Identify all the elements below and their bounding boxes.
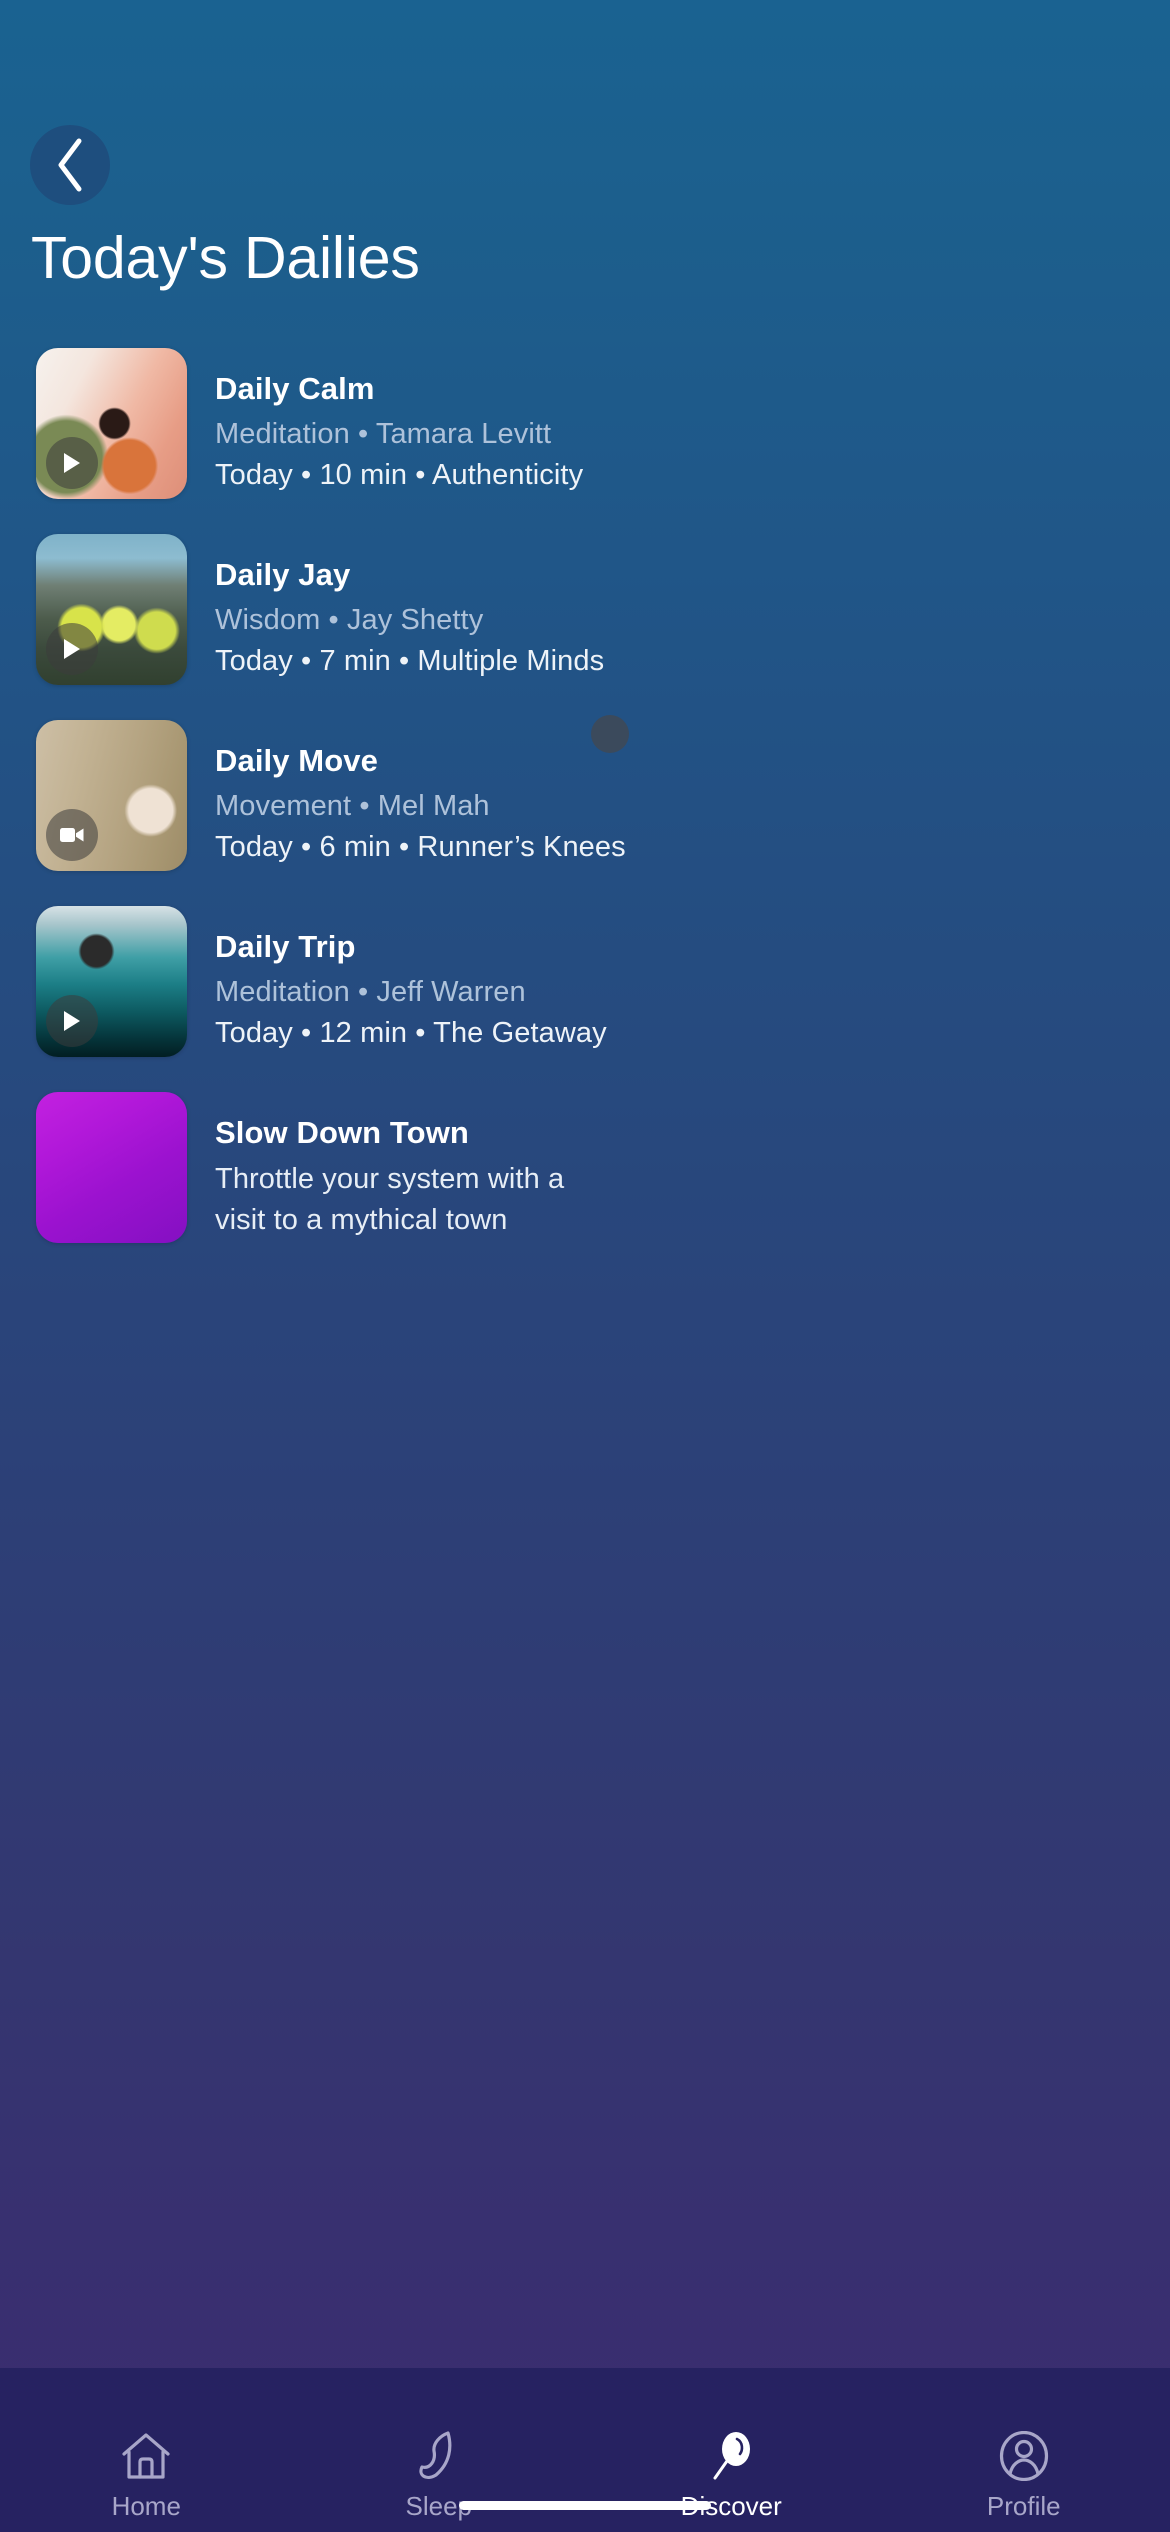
user-circle-icon xyxy=(999,2431,1049,2481)
bottom-navigation: Home Sleep Discover Profile xyxy=(0,2368,1170,2532)
list-item-description: Throttle your system with a visit to a m… xyxy=(215,1163,565,1236)
thumbnail[interactable] xyxy=(36,348,187,499)
list-item-text: Slow Down Town Throttle your system with… xyxy=(187,1092,1170,1241)
list-item-text: Daily Move Movement • Mel Mah Today • 6 … xyxy=(187,720,1170,868)
home-icon xyxy=(120,2432,172,2480)
moon-icon xyxy=(416,2431,462,2480)
home-indicator[interactable] xyxy=(459,2501,711,2510)
list-item-subtitle: Movement • Mel Mah xyxy=(215,790,490,822)
tab-label: Profile xyxy=(986,2491,1061,2521)
play-icon[interactable] xyxy=(46,437,98,489)
tab-home[interactable]: Home xyxy=(0,2432,293,2521)
list-item-title: Daily Calm xyxy=(215,371,375,406)
video-camera-icon[interactable] xyxy=(46,809,98,861)
page-title: Today's Dailies xyxy=(31,225,420,291)
chevron-left-icon xyxy=(53,137,87,193)
thumbnail-image xyxy=(36,1092,187,1243)
play-icon[interactable] xyxy=(46,995,98,1047)
list-item-text: Daily Calm Meditation • Tamara Levitt To… xyxy=(187,348,1170,496)
list-item[interactable]: Daily Jay Wisdom • Jay Shetty Today • 7 … xyxy=(0,534,1170,687)
list-item-meta: Today • 12 min • The Getaway xyxy=(215,1017,607,1049)
list-item-meta: Today • 7 min • Multiple Minds xyxy=(215,645,605,677)
tab-label: Home xyxy=(111,2491,181,2521)
list-item-subtitle: Meditation • Tamara Levitt xyxy=(215,418,552,450)
thumbnail[interactable] xyxy=(36,534,187,685)
dailies-list: Daily Calm Meditation • Tamara Levitt To… xyxy=(0,348,1170,1278)
list-item-text: Daily Trip Meditation • Jeff Warren Toda… xyxy=(187,906,1170,1054)
list-item-subtitle: Meditation • Jeff Warren xyxy=(215,976,526,1008)
list-item-subtitle: Wisdom • Jay Shetty xyxy=(215,604,484,636)
thumbnail[interactable] xyxy=(36,906,187,1057)
list-item[interactable]: Daily Calm Meditation • Tamara Levitt To… xyxy=(0,348,1170,753)
list-item-title: Daily Trip xyxy=(215,929,356,964)
play-icon[interactable] xyxy=(46,623,98,675)
thumbnail[interactable] xyxy=(36,1092,187,1243)
tabbar: Home Sleep Discover Profile xyxy=(0,2408,1170,2532)
thumbnail[interactable] xyxy=(36,720,187,871)
tab-profile[interactable]: Profile xyxy=(878,2431,1170,2521)
list-item-title: Slow Down Town xyxy=(215,1115,469,1150)
list-item-meta: Today • 10 min • Authenticity xyxy=(215,459,584,491)
list-item-title: Daily Jay xyxy=(215,557,351,592)
app-screen: Today's Dailies Daily Calm Meditation • … xyxy=(0,0,1170,2532)
list-item[interactable]: Daily Trip Meditation • Jeff Warren Toda… xyxy=(0,906,1170,1059)
list-item[interactable]: Daily Move Movement • Mel Mah Today • 6 … xyxy=(0,720,1170,873)
list-item-text: Daily Jay Wisdom • Jay Shetty Today • 7 … xyxy=(187,534,1170,682)
list-item-title: Daily Move xyxy=(215,743,378,778)
list-item[interactable]: Slow Down Town Throttle your system with… xyxy=(0,1092,1170,1245)
back-button[interactable] xyxy=(30,125,110,205)
search-icon xyxy=(707,2432,755,2480)
list-item-meta: Today • 6 min • Runner’s Knees xyxy=(215,831,626,863)
